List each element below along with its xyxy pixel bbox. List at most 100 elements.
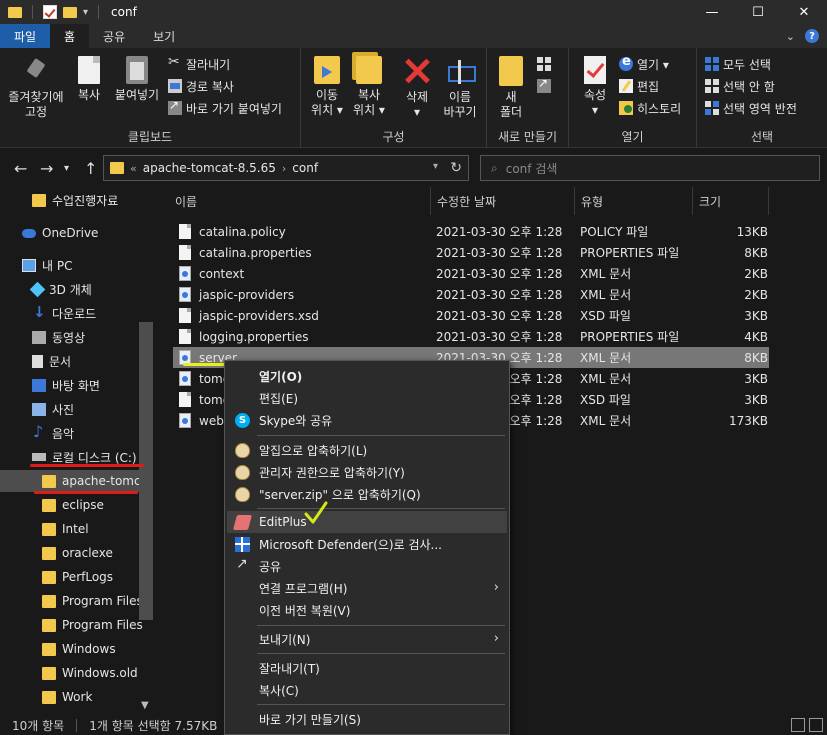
menu-item-open-with[interactable]: 연결 프로그램(H) ›: [227, 577, 507, 599]
column-name[interactable]: 이름: [169, 187, 431, 215]
customize-dropdown-icon[interactable]: ▾: [83, 7, 88, 18]
address-input[interactable]: « apache-tomcat-8.5.65 › conf ▾ ↻: [103, 155, 469, 181]
new-folder-button[interactable]: 새 폴더: [493, 56, 529, 120]
tab-share[interactable]: 공유: [89, 24, 139, 48]
breadcrumb-apache-tomcat[interactable]: apache-tomcat-8.5.65: [143, 161, 276, 175]
xml-file-icon: [179, 266, 191, 281]
table-row[interactable]: catalina.properties 2021-03-30 오후 1:28 P…: [173, 242, 769, 263]
maximize-button[interactable]: ☐: [735, 0, 781, 24]
search-input[interactable]: ⌕ conf 검색: [480, 155, 820, 181]
menu-item-compress-to-zip[interactable]: "server.zip" 으로 압축하기(Q): [227, 483, 507, 505]
chevron-right-icon[interactable]: ›: [282, 162, 286, 175]
menu-item-create-shortcut[interactable]: 바로 가기 만들기(S): [227, 708, 507, 730]
tab-view[interactable]: 보기: [139, 24, 189, 48]
cube-icon: [29, 281, 46, 297]
minimize-button[interactable]: —: [689, 0, 735, 24]
easy-access-button[interactable]: [537, 76, 551, 96]
sidebar-item-oraclexe[interactable]: oraclexe: [0, 542, 113, 564]
sidebar-item-program-files[interactable]: Program Files: [0, 590, 143, 612]
properties-check-icon[interactable]: [43, 5, 57, 19]
menu-item-defender-scan[interactable]: Microsoft Defender(으)로 검사...: [227, 533, 507, 555]
menu-item-share[interactable]: 공유: [227, 555, 507, 577]
details-view-icon[interactable]: [791, 718, 805, 732]
new-folder-icon[interactable]: [63, 6, 77, 18]
menu-item-admin-compress[interactable]: 관리자 권한으로 압축하기(Y): [227, 461, 507, 483]
overflow-chevron[interactable]: «: [130, 162, 137, 175]
rename-button[interactable]: 이름 바꾸기: [439, 56, 481, 120]
menu-item-edit[interactable]: 편집(E): [227, 387, 507, 409]
column-size[interactable]: 크기: [693, 187, 769, 215]
open-button[interactable]: 열기 ▾: [619, 54, 669, 74]
menu-item-open[interactable]: 열기(O): [227, 365, 507, 387]
sidebar-item-eclipse[interactable]: eclipse: [0, 494, 104, 516]
forward-arrow-icon[interactable]: →: [40, 159, 53, 178]
ribbon: 즐겨찾기에 고정 복사 붙여넣기 잘라내기 경로 복사 바로 가기 붙여넣기 클…: [0, 48, 827, 148]
copy-button[interactable]: 복사: [72, 56, 106, 103]
menu-item-send-to[interactable]: 보내기(N) ›: [227, 628, 507, 650]
address-dropdown-icon[interactable]: ▾: [433, 161, 438, 172]
help-icon[interactable]: ?: [805, 29, 819, 43]
tab-home[interactable]: 홈: [50, 24, 90, 48]
xml-file-icon: [179, 287, 191, 302]
invert-selection-button[interactable]: 선택 영역 반전: [705, 98, 797, 118]
menu-item-editplus[interactable]: EditPlus: [227, 511, 507, 533]
copy-to-button[interactable]: 복사 위치 ▾: [349, 56, 389, 118]
close-button[interactable]: ✕: [781, 0, 827, 24]
sidebar-item-apache-tomcat[interactable]: apache-tomcat: [0, 470, 153, 492]
sidebar-item-3d-objects[interactable]: 3D 개체: [0, 278, 92, 300]
video-icon: [32, 330, 46, 344]
column-date-modified[interactable]: 수정한 날짜: [431, 187, 575, 215]
scroll-down-icon[interactable]: ▼: [141, 700, 149, 711]
table-row[interactable]: catalina.policy 2021-03-30 오후 1:28 POLIC…: [173, 221, 769, 242]
back-arrow-icon[interactable]: ←: [14, 159, 27, 178]
menu-item-cut[interactable]: 잘라내기(T): [227, 657, 507, 679]
sidebar-item-program-files-x86[interactable]: Program Files: [0, 614, 143, 636]
paste-button[interactable]: 붙여넣기: [110, 56, 164, 103]
sidebar-item-pictures[interactable]: 사진: [0, 398, 74, 420]
refresh-icon[interactable]: ↻: [450, 160, 462, 176]
sidebar-item-music[interactable]: 음악: [0, 422, 74, 444]
sidebar-item-class-materials[interactable]: 수업진행자료: [0, 189, 118, 211]
pin-quick-access-button[interactable]: 즐겨찾기에 고정: [4, 56, 68, 120]
folder-icon[interactable]: [8, 6, 22, 18]
move-to-button[interactable]: 이동 위치 ▾: [307, 56, 347, 118]
sidebar-item-documents[interactable]: 문서: [0, 350, 71, 372]
table-row[interactable]: jaspic-providers.xsd 2021-03-30 오후 1:28 …: [173, 305, 769, 326]
sidebar-item-desktop[interactable]: 바탕 화면: [0, 374, 100, 396]
paste-shortcut-button[interactable]: 바로 가기 붙여넣기: [168, 98, 282, 118]
sidebar-item-windows[interactable]: Windows: [0, 638, 116, 660]
sidebar-item-work[interactable]: Work: [0, 686, 92, 708]
menu-item-skype-share[interactable]: S Skype와 공유: [227, 409, 507, 431]
cut-button[interactable]: 잘라내기: [168, 54, 230, 74]
new-item-button[interactable]: [537, 54, 551, 74]
column-type[interactable]: 유형: [575, 187, 693, 215]
delete-button[interactable]: 삭제 ▾: [397, 56, 437, 120]
table-row[interactable]: logging.properties 2021-03-30 오후 1:28 PR…: [173, 326, 769, 347]
up-arrow-icon[interactable]: ↑: [84, 159, 97, 178]
select-none-button[interactable]: 선택 안 함: [705, 76, 775, 96]
history-button[interactable]: 히스토리: [619, 98, 681, 118]
large-icons-view-icon[interactable]: [809, 718, 823, 732]
menu-item-copy[interactable]: 복사(C): [227, 679, 507, 701]
sidebar-item-perflogs[interactable]: PerfLogs: [0, 566, 113, 588]
tab-file[interactable]: 파일: [0, 24, 50, 48]
select-all-button[interactable]: 모두 선택: [705, 54, 771, 74]
table-row[interactable]: jaspic-providers 2021-03-30 오후 1:28 XML …: [173, 284, 769, 305]
sidebar-scrollbar[interactable]: [139, 322, 153, 620]
sidebar-item-this-pc[interactable]: 내 PC: [0, 254, 72, 276]
edit-button[interactable]: 편집: [619, 76, 659, 96]
sidebar-item-onedrive[interactable]: OneDrive: [0, 222, 98, 244]
recent-locations-icon[interactable]: ▾: [64, 163, 69, 174]
menu-item-restore-versions[interactable]: 이전 버전 복원(V): [227, 599, 507, 621]
copy-path-button[interactable]: 경로 복사: [168, 76, 234, 96]
sidebar-item-videos[interactable]: 동영상: [0, 326, 85, 348]
table-row[interactable]: context 2021-03-30 오후 1:28 XML 문서 2KB: [173, 263, 769, 284]
sidebar-item-windows-old[interactable]: Windows.old: [0, 662, 138, 684]
sidebar-item-intel[interactable]: Intel: [0, 518, 89, 540]
menu-item-alzip-compress[interactable]: 알집으로 압축하기(L): [227, 439, 507, 461]
sidebar-item-downloads[interactable]: 다운로드: [0, 302, 96, 324]
breadcrumb-conf[interactable]: conf: [292, 161, 318, 175]
file-list-scrollbar[interactable]: [812, 187, 827, 716]
collapse-ribbon-icon[interactable]: ⌄: [786, 30, 795, 43]
properties-button[interactable]: 속성 ▾: [575, 56, 615, 118]
